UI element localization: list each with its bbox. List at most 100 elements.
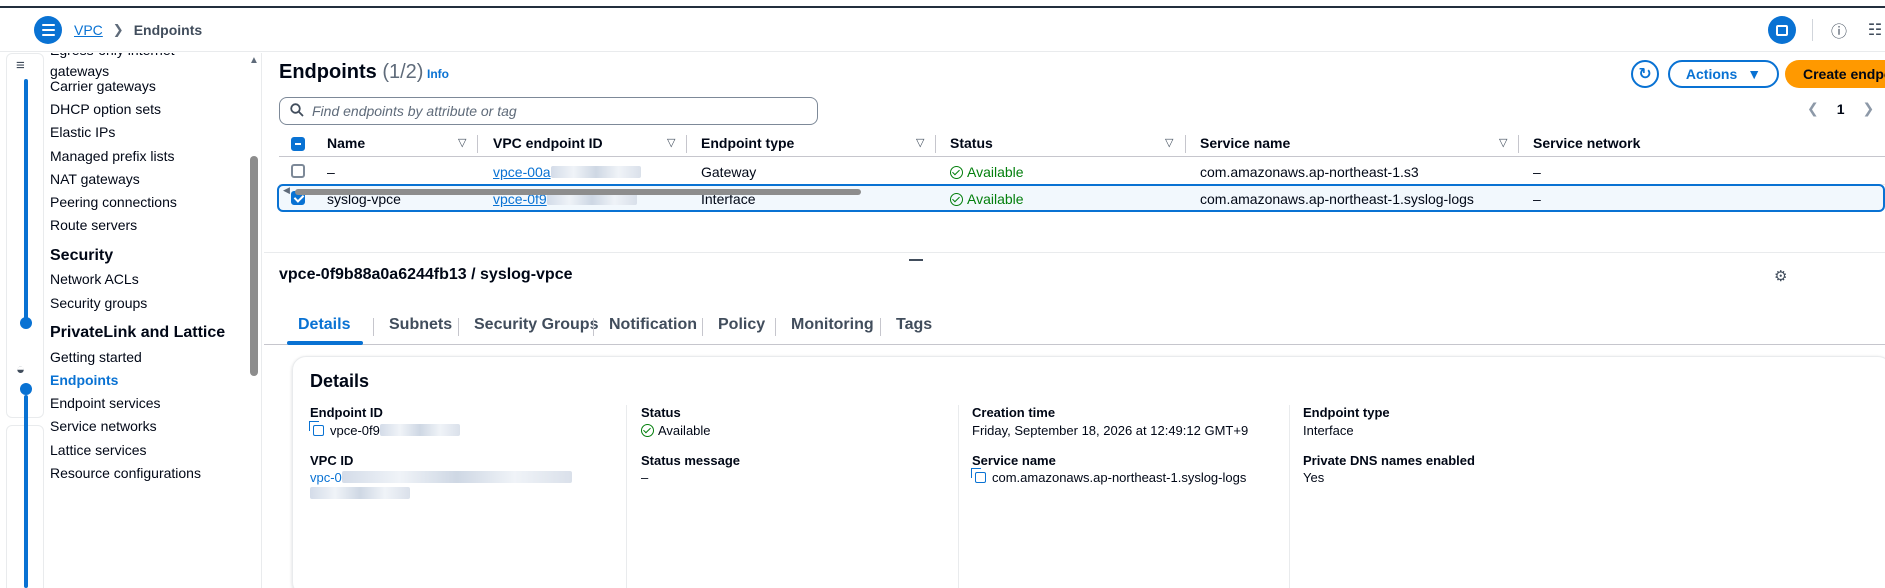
- col-service-name[interactable]: Service name: [1200, 135, 1290, 151]
- scrollbar-thumb[interactable]: [295, 189, 861, 195]
- prev-page-icon[interactable]: ❮: [1807, 100, 1819, 117]
- nav-item-getting-started[interactable]: Getting started: [50, 349, 142, 365]
- nav-item-carrier-gateways[interactable]: Carrier gateways: [50, 78, 156, 94]
- tab-notification[interactable]: Notification: [609, 316, 697, 334]
- next-page-icon[interactable]: ❯: [1863, 100, 1875, 117]
- search-input[interactable]: [312, 103, 792, 119]
- column-divider[interactable]: [935, 135, 936, 153]
- column-divider[interactable]: [1518, 135, 1519, 153]
- column-divider[interactable]: [686, 135, 687, 153]
- endpoint-id-label: Endpoint ID: [310, 405, 383, 420]
- main-content: Endpoints (1/2) Info ↻ Actions ▼ Create e…: [264, 53, 1885, 588]
- cell-service-name: com.amazonaws.ap-northeast-1.syslog-logs: [1200, 191, 1474, 207]
- col-name[interactable]: Name: [327, 135, 365, 151]
- redacted-text: [341, 471, 572, 483]
- info-link[interactable]: Info: [427, 67, 449, 81]
- copy-icon[interactable]: [309, 421, 324, 436]
- nav-item-service-networks[interactable]: Service networks: [50, 418, 157, 434]
- gear-icon[interactable]: ⚙: [1774, 267, 1787, 285]
- nav-item-endpoint-services[interactable]: Endpoint services: [50, 395, 161, 411]
- sort-icon[interactable]: ▽: [1165, 136, 1173, 149]
- create-endpoint-button[interactable]: Create endpoint: [1785, 60, 1885, 88]
- nav-item-lattice-services[interactable]: Lattice services: [50, 442, 146, 458]
- tab-tags[interactable]: Tags: [896, 316, 932, 334]
- page-number[interactable]: 1: [1837, 101, 1845, 117]
- info-icon[interactable]: ⓘ: [1829, 16, 1849, 44]
- cell-endpoint-id[interactable]: vpce-00a: [493, 164, 641, 180]
- selection-count: (1/2): [382, 61, 424, 83]
- refresh-icon[interactable]: ↻: [1631, 60, 1659, 88]
- nav-scrollbar[interactable]: ▲: [247, 53, 259, 588]
- select-all-checkbox[interactable]: [291, 137, 305, 151]
- cell-service-network: –: [1533, 191, 1541, 207]
- endpoint-type-label: Endpoint type: [1303, 405, 1390, 420]
- status-message-label: Status message: [641, 453, 740, 468]
- tab-subnets[interactable]: Subnets: [389, 316, 452, 334]
- rail-dot[interactable]: [20, 317, 32, 329]
- nav-item-nat-gateways[interactable]: NAT gateways: [50, 171, 140, 187]
- tab-monitoring[interactable]: Monitoring: [791, 316, 874, 334]
- search-box[interactable]: [279, 97, 818, 125]
- nav-item-network-acls[interactable]: Network ACLs: [50, 271, 139, 287]
- vpc-id-value-line2[interactable]: [310, 486, 410, 501]
- top-border: [0, 0, 1885, 8]
- cell-status: Available: [950, 164, 1024, 180]
- service-name-label: Service name: [972, 453, 1056, 468]
- nav-item-endpoints[interactable]: Endpoints: [50, 372, 118, 388]
- breadcrumb-current: Endpoints: [133, 22, 203, 38]
- column-divider: [958, 405, 959, 588]
- rail-progress-line: [24, 79, 28, 319]
- copy-icon[interactable]: [971, 468, 986, 483]
- actions-button[interactable]: Actions ▼: [1668, 60, 1779, 88]
- scroll-left-icon[interactable]: ◀: [283, 185, 290, 196]
- nav-item-dhcp-option-sets[interactable]: DHCP option sets: [50, 101, 161, 117]
- actions-label: Actions: [1685, 66, 1738, 82]
- active-tab-indicator: [287, 341, 363, 345]
- menu-icon[interactable]: [34, 16, 62, 44]
- vpc-id-value[interactable]: vpc-0: [310, 470, 572, 485]
- nav-item-route-servers[interactable]: Route servers: [50, 217, 137, 233]
- tab-policy[interactable]: Policy: [718, 316, 765, 334]
- tab-details[interactable]: Details: [298, 316, 350, 334]
- rail-dot[interactable]: [20, 383, 32, 395]
- nav-item-peering-connections[interactable]: Peering connections: [50, 194, 177, 210]
- sort-icon[interactable]: ▽: [667, 136, 675, 149]
- col-service-network[interactable]: Service network: [1533, 135, 1640, 151]
- endpoint-id-text[interactable]: vpce-00a: [493, 164, 551, 180]
- collapse-nav-icon[interactable]: ≡: [16, 57, 25, 74]
- sort-icon[interactable]: ▽: [458, 136, 466, 149]
- top-bar: VPC ❯ Endpoints ⓘ ☷: [0, 10, 1885, 52]
- scroll-up-icon[interactable]: ▲: [249, 55, 259, 66]
- column-divider: [626, 405, 627, 588]
- row-checkbox[interactable]: [291, 164, 305, 178]
- sort-icon[interactable]: ▽: [916, 136, 924, 149]
- column-divider[interactable]: [477, 135, 478, 153]
- column-divider[interactable]: [1185, 135, 1186, 153]
- nav-item-resource-configurations[interactable]: Resource configurations: [50, 465, 201, 481]
- nav-item-elastic-ips[interactable]: Elastic IPs: [50, 124, 115, 140]
- vpc-id-text[interactable]: vpc-0: [310, 470, 342, 485]
- drop-icon[interactable]: ◒: [16, 361, 25, 378]
- nav-item-security-groups[interactable]: Security groups: [50, 295, 147, 311]
- table-row[interactable]: – vpce-00a Gateway Available com.amazona…: [279, 159, 1885, 185]
- nav-section-privatelink: PrivateLink and Lattice: [50, 324, 226, 341]
- sort-icon[interactable]: ▽: [1499, 136, 1507, 149]
- top-bar-tools: ⓘ ☷: [1768, 16, 1885, 44]
- cell-type: Gateway: [701, 164, 757, 180]
- col-vpc-endpoint-id[interactable]: VPC endpoint ID: [493, 135, 603, 151]
- cell-name: –: [327, 164, 335, 180]
- col-status[interactable]: Status: [950, 135, 993, 151]
- nav-item-managed-prefix-lists[interactable]: Managed prefix lists: [50, 148, 175, 164]
- panel-icon[interactable]: [1768, 16, 1796, 44]
- scrollbar-thumb[interactable]: [250, 156, 258, 376]
- tab-security-groups[interactable]: Security Groups: [474, 316, 598, 334]
- settings-sliders-icon[interactable]: ☷: [1865, 16, 1885, 44]
- creation-time-value: Friday, September 18, 2026 at 12:49:12 G…: [972, 423, 1249, 438]
- drag-handle-icon[interactable]: [909, 259, 923, 261]
- table-header: Name ▽ VPC endpoint ID ▽ Endpoint type ▽…: [279, 133, 1885, 157]
- chevron-right-icon: ❯: [112, 22, 124, 37]
- breadcrumb-vpc-link[interactable]: VPC: [74, 22, 103, 38]
- col-endpoint-type[interactable]: Endpoint type: [701, 135, 794, 151]
- vpc-id-label: VPC ID: [310, 453, 354, 468]
- table-hscrollbar[interactable]: ◀: [279, 185, 879, 196]
